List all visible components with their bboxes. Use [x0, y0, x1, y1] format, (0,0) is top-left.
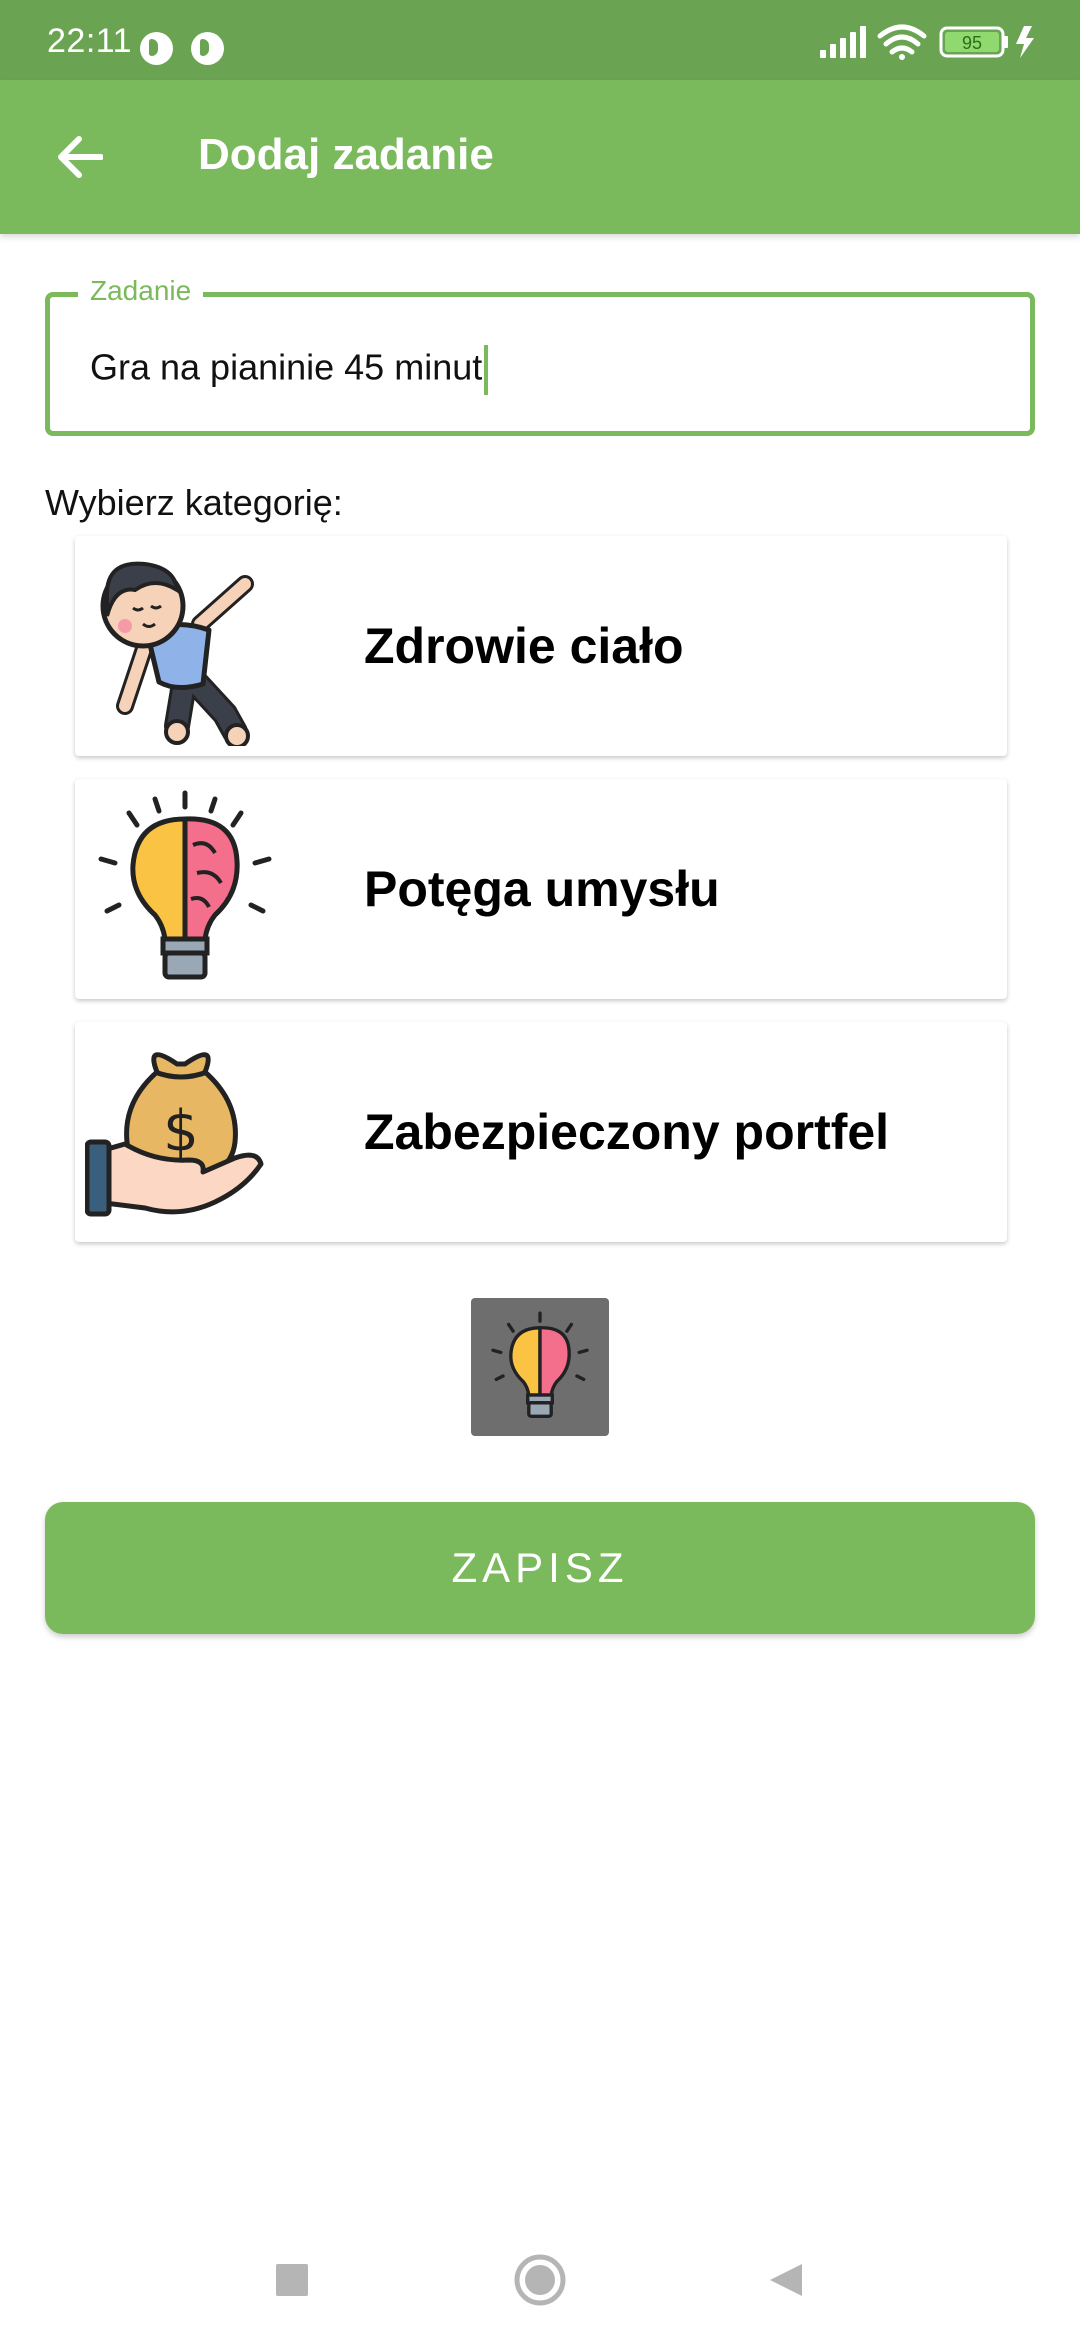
page-title: Dodaj zadanie — [198, 130, 494, 179]
category-card-potega-umyslu[interactable]: Potęga umysłu — [75, 779, 1007, 999]
category-heading: Wybierz kategorię: — [45, 482, 343, 523]
signal-icon — [820, 26, 866, 58]
category-label: Potęga umysłu — [364, 861, 720, 917]
category-label: Zabezpieczony portfel — [364, 1104, 890, 1160]
category-card-zabezpieczony-portfel[interactable]: $ Zabezpieczony portfel — [75, 1022, 1007, 1242]
task-input-value[interactable]: Gra na pianinie 45 minut — [90, 345, 489, 395]
save-button[interactable]: ZAPISZ — [45, 1502, 1035, 1634]
money-bag-hand-icon: $ — [84, 1032, 285, 1232]
selected-category-preview — [471, 1298, 609, 1436]
task-input[interactable]: Zadanie Gra na pianinie 45 minut — [45, 275, 1035, 436]
back-nav-button[interactable] — [756, 2250, 816, 2310]
recent-apps-button[interactable] — [262, 2250, 322, 2310]
home-button[interactable] — [510, 2250, 570, 2310]
status-time: 22:11 — [47, 22, 133, 60]
notification-app-icon — [191, 32, 224, 65]
home-circle-icon — [514, 2254, 566, 2306]
task-input-label: Zadanie — [78, 275, 204, 307]
arrow-back-icon — [58, 136, 103, 178]
app-bar: Dodaj zadanie — [0, 80, 1080, 234]
brain-lightbulb-icon — [491, 1311, 589, 1418]
signal-wifi-battery-icons: 95 — [820, 24, 1034, 60]
wifi-icon — [877, 24, 927, 55]
category-card-zdrowie-cialo[interactable]: Zdrowie ciało — [75, 536, 1007, 756]
charging-icon — [1016, 26, 1034, 58]
brain-lightbulb-icon — [85, 789, 285, 989]
system-nav-bar — [0, 2200, 1080, 2340]
text-cursor — [484, 345, 489, 395]
triangle-back-icon — [770, 2264, 802, 2296]
notification-app-icon — [140, 32, 173, 65]
stretching-kid-icon — [85, 546, 285, 749]
back-button[interactable] — [40, 118, 118, 196]
category-label: Zdrowie ciało — [364, 618, 684, 674]
svg-text:95: 95 — [962, 33, 982, 53]
status-icons: 95 — [820, 22, 1040, 62]
battery-icon: 95 — [939, 26, 1008, 58]
square-icon — [276, 2264, 308, 2296]
svg-text:$: $ — [163, 1099, 199, 1164]
status-bar: 22:11 95 — [0, 0, 1080, 80]
